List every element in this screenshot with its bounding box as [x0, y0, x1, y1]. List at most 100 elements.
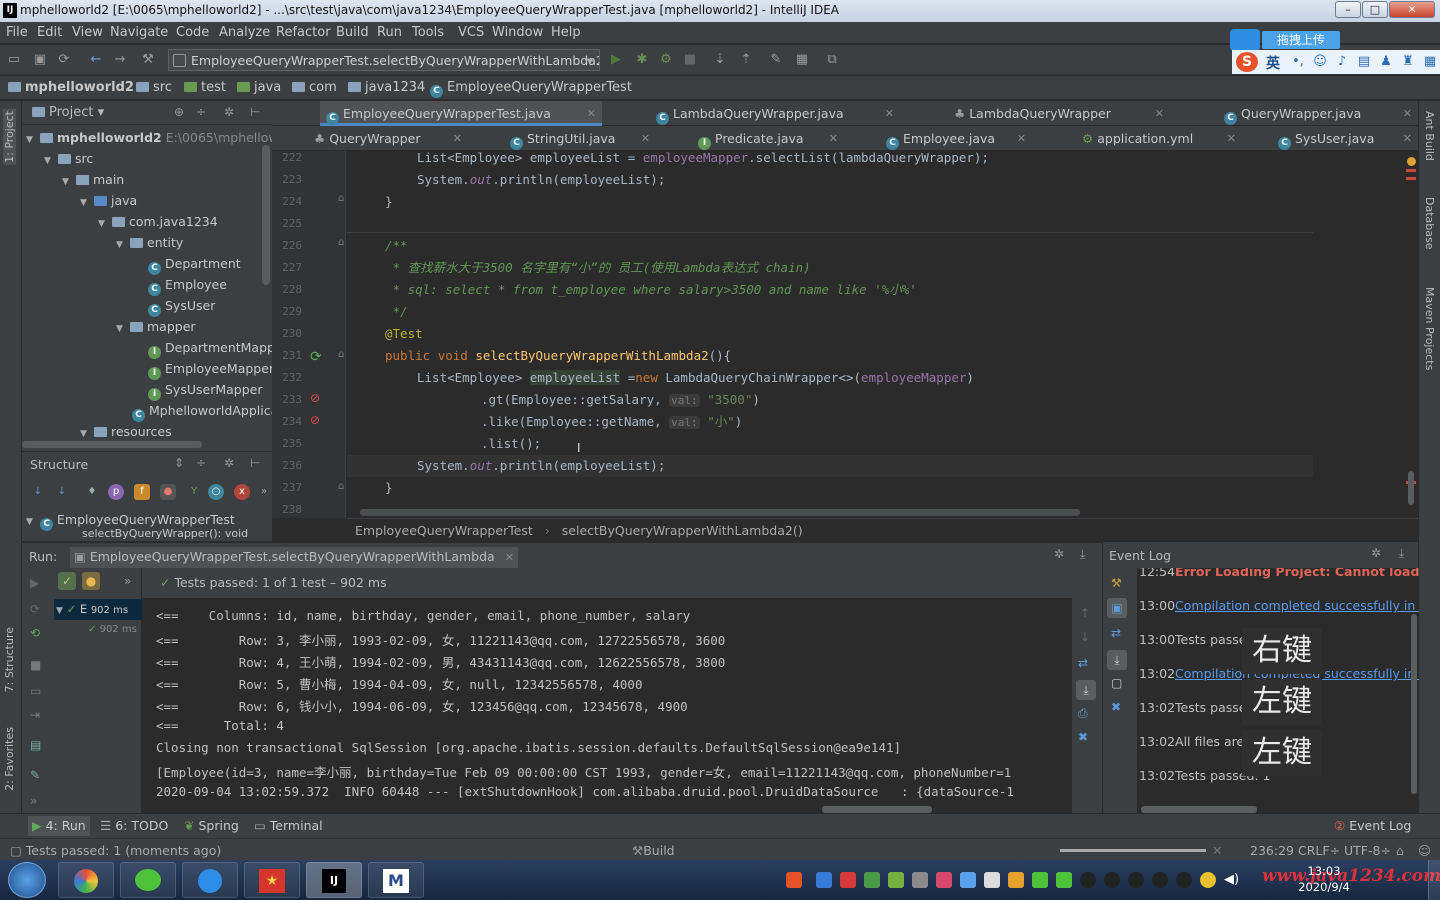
- tree-item-employee-mapper[interactable]: I EmployeeMapper: [148, 358, 274, 380]
- error-stripe-mark[interactable]: [1406, 177, 1416, 180]
- project-structure-icon[interactable]: ▦: [794, 52, 810, 68]
- structure-root[interactable]: ▼ C EmployeeQueryWrapperTest: [26, 509, 235, 531]
- show-desktop-button[interactable]: [1428, 860, 1440, 900]
- hide-panel-icon[interactable]: ⤓: [1399, 546, 1404, 561]
- tab-employee-java[interactable]: C Employee.java ✕: [880, 126, 1032, 151]
- close-tab-icon[interactable]: ✕: [1227, 126, 1236, 151]
- tray-app-icon[interactable]: [984, 872, 1000, 888]
- tool-tab-project[interactable]: 1: Project: [3, 109, 16, 165]
- coverage-icon[interactable]: ⚙: [658, 52, 674, 68]
- close-tab-icon[interactable]: ✕: [505, 551, 514, 564]
- close-window-button[interactable]: ✕: [1389, 1, 1435, 18]
- tree-item-mapper[interactable]: ▼ mapper: [116, 316, 196, 337]
- fields-icon[interactable]: f: [134, 484, 150, 500]
- code-line-230[interactable]: @Test: [385, 327, 423, 349]
- menu-vcs[interactable]: VCS: [458, 25, 484, 40]
- console-output[interactable]: <== Columns: id, name, birthday, gender,…: [142, 598, 1072, 813]
- print-icon[interactable]: ⎙: [1078, 706, 1088, 721]
- tab-predicate-java[interactable]: I Predicate.java ✕: [692, 126, 844, 151]
- start-button[interactable]: [8, 862, 46, 898]
- tray-app-icon[interactable]: [912, 872, 928, 888]
- tray-app-icon[interactable]: [1200, 872, 1216, 888]
- emoji-icon[interactable]: ☺: [1312, 54, 1328, 70]
- sync-icon[interactable]: ⟳: [56, 52, 72, 68]
- sort-alpha-icon[interactable]: ↓: [30, 484, 46, 500]
- menu-window[interactable]: Window: [492, 25, 543, 40]
- code-line-237[interactable]: }: [385, 481, 393, 503]
- tree-item-package[interactable]: ▼ com.java1234: [98, 211, 218, 232]
- tree-item-project-root[interactable]: ▼ mphelloworld2 E:\0065\mphellowo: [26, 127, 286, 148]
- rerun-failed-icon[interactable]: ⟳: [30, 602, 40, 616]
- tree-item-sysuser[interactable]: C SysUser: [148, 295, 215, 317]
- hide-panel-icon[interactable]: ⊢: [250, 105, 260, 119]
- scroll-to-end-icon[interactable]: ⤓: [1076, 680, 1096, 700]
- code-line-235[interactable]: .list();: [481, 437, 541, 459]
- tray-wechat-icon[interactable]: [1032, 872, 1048, 888]
- down-arrow-icon[interactable]: ↓: [1080, 630, 1090, 644]
- ime-language-toggle[interactable]: 英: [1266, 53, 1280, 73]
- taskbar-app-wechat[interactable]: [120, 862, 176, 898]
- fold-icon[interactable]: ⌂: [338, 481, 344, 492]
- breadcrumb-class[interactable]: C EmployeeQueryWrapperTest: [430, 80, 632, 98]
- menu-file[interactable]: File: [6, 25, 28, 40]
- hide-panel-icon[interactable]: ⤓: [1080, 547, 1085, 562]
- settings-wrench-icon[interactable]: ✎: [768, 52, 784, 68]
- soft-wrap-icon[interactable]: ⇄: [1078, 656, 1088, 670]
- menu-help[interactable]: Help: [551, 25, 581, 40]
- vcs-commit-icon[interactable]: ⇡: [738, 52, 754, 68]
- scroll-to-end-icon[interactable]: ⤓: [1107, 650, 1127, 670]
- file-encoding[interactable]: UTF-8÷: [1344, 843, 1391, 858]
- trash-icon[interactable]: ✖: [1078, 730, 1088, 744]
- project-horizontal-scrollbar[interactable]: [22, 441, 202, 448]
- tray-sogou-icon[interactable]: [786, 872, 802, 888]
- tool-tab-database[interactable]: Database: [1423, 197, 1436, 250]
- tab-sysuser-java[interactable]: C SysUser.java ✕: [1272, 126, 1418, 151]
- close-tab-icon[interactable]: ✕: [885, 101, 894, 126]
- close-structure-icon[interactable]: x: [234, 484, 250, 500]
- taskbar-app-intellij[interactable]: IJ: [306, 862, 362, 898]
- more-icon[interactable]: »: [30, 794, 37, 808]
- console-horizontal-scrollbar[interactable]: [822, 806, 932, 813]
- build-hammer-icon[interactable]: ⚒: [140, 52, 156, 68]
- menu-build[interactable]: Build: [336, 25, 369, 40]
- code-line-226[interactable]: /**: [385, 239, 408, 261]
- caret-position[interactable]: 236:29: [1250, 843, 1294, 858]
- fold-icon[interactable]: ⌂: [338, 237, 344, 248]
- history-icon[interactable]: ▤: [30, 738, 41, 752]
- toolbox-icon[interactable]: ▦: [1422, 54, 1438, 70]
- run-configuration-select[interactable]: EmployeeQueryWrapperTest.selectByQueryWr…: [168, 49, 600, 71]
- debug-icon[interactable]: ✱: [634, 52, 650, 68]
- project-scrollbar[interactable]: [262, 145, 270, 285]
- more-icon[interactable]: »: [256, 484, 272, 500]
- tree-item-department-mapper[interactable]: I DepartmentMapp: [148, 337, 275, 359]
- tray-qq-icon[interactable]: [1104, 872, 1120, 888]
- tab-lambda-query-wrapper-diagram[interactable]: ♣ LambdaQueryWrapper ✕: [948, 101, 1170, 126]
- tray-wechat-icon[interactable]: [1056, 872, 1072, 888]
- taskbar-clock[interactable]: 13:03 2020/9/4: [1296, 863, 1352, 895]
- anonymous-icon[interactable]: ○: [208, 484, 224, 500]
- user-icon[interactable]: ♟: [1378, 54, 1394, 70]
- event-log-scrollbar[interactable]: [1411, 614, 1417, 794]
- run-tab[interactable]: ▣ EmployeeQueryWrapperTest.selectByQueryW…: [70, 547, 518, 569]
- breadcrumb-class[interactable]: EmployeeQueryWrapperTest: [355, 523, 533, 538]
- restore-layout-icon[interactable]: ▭: [30, 684, 41, 698]
- import-tests-icon[interactable]: ⇥: [30, 708, 40, 722]
- tool-tab-todo[interactable]: ☰ 6: TODO: [100, 818, 168, 833]
- toggle-auto-test-icon[interactable]: ⟲: [30, 626, 40, 640]
- tab-employee-query-wrapper-test[interactable]: C EmployeeQueryWrapperTest.java ✕: [320, 101, 602, 126]
- tree-item-department[interactable]: C Department: [148, 253, 241, 275]
- editor-scrollbar[interactable]: [1408, 471, 1414, 505]
- tray-app-icon[interactable]: [840, 872, 856, 888]
- settings-wrench-icon[interactable]: ⚒: [1111, 576, 1122, 590]
- test-tree-root[interactable]: ▼ ✓ E 902 ms: [54, 599, 142, 620]
- trash-icon[interactable]: ✖: [1111, 700, 1121, 714]
- volume-icon[interactable]: ◀): [1224, 872, 1240, 888]
- sogou-upload-button[interactable]: 拖拽上传: [1262, 31, 1340, 49]
- tray-qq-icon[interactable]: [1080, 872, 1096, 888]
- non-public-icon[interactable]: ●: [160, 484, 176, 500]
- close-tab-icon[interactable]: ✕: [1403, 126, 1412, 151]
- lambdas-icon[interactable]: Y: [186, 484, 202, 500]
- inherited-icon[interactable]: ♦: [84, 484, 100, 500]
- code-line-232[interactable]: List<Employee> employeeList =new LambdaQ…: [417, 370, 974, 393]
- breadcrumb-java1234[interactable]: java1234: [348, 80, 425, 95]
